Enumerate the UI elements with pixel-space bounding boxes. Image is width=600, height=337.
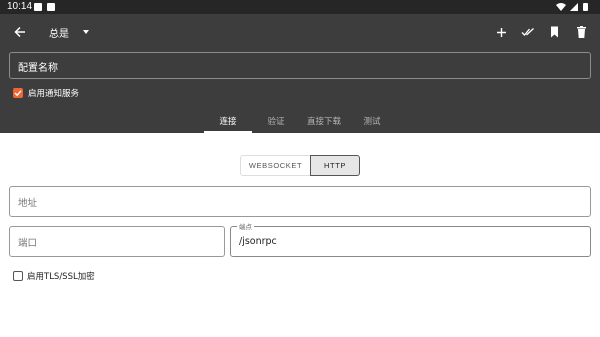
- config-name-input[interactable]: 配置名称: [9, 52, 591, 79]
- endpoint-label: 端点: [237, 221, 254, 231]
- back-button[interactable]: [9, 21, 31, 43]
- websocket-option-label: WEBSOCKET: [248, 161, 303, 170]
- endpoint-value: /jsonrpc: [239, 236, 277, 247]
- signal-icon: [570, 3, 578, 11]
- delete-button[interactable]: [570, 21, 592, 43]
- websocket-option[interactable]: WEBSOCKET: [240, 155, 310, 176]
- download-notification-icon: [47, 3, 55, 11]
- address-input[interactable]: 地址: [9, 186, 591, 217]
- tab-connection-label: 连接: [219, 117, 237, 127]
- done-all-icon: [521, 28, 534, 36]
- bookmark-button[interactable]: [543, 21, 565, 43]
- address-placeholder: 地址: [18, 197, 38, 209]
- tab-auth[interactable]: 验证: [253, 113, 299, 133]
- app-bar: 总是 配置名称 启用通知服务 连接 验证 直接下载 测试: [0, 14, 600, 133]
- notification-checkbox[interactable]: [13, 88, 23, 98]
- config-name-placeholder: 配置名称: [18, 63, 58, 74]
- tab-connection[interactable]: 连接: [204, 113, 252, 133]
- status-bar: 10:14: [0, 0, 600, 14]
- done-all-button[interactable]: [517, 21, 539, 43]
- arrow-back-icon: [14, 26, 25, 38]
- tls-label: 启用TLS/SSL加密: [27, 272, 95, 282]
- tab-auth-label: 验证: [267, 117, 285, 127]
- wifi-icon: [556, 3, 566, 11]
- check-icon: [14, 90, 22, 97]
- notification-label: 启用通知服务: [28, 89, 80, 99]
- mode-dropdown-label: 总是: [49, 28, 69, 40]
- bookmark-icon: [550, 26, 558, 38]
- delete-icon: [576, 26, 586, 38]
- tab-direct-download-label: 直接下载: [306, 117, 341, 127]
- status-time: 10:14: [7, 1, 33, 12]
- tab-test-label: 测试: [363, 117, 381, 127]
- port-input[interactable]: 端口: [9, 226, 225, 257]
- dropdown-caret-icon: [83, 30, 89, 34]
- notification-toggle[interactable]: 启用通知服务: [13, 87, 79, 99]
- tab-test[interactable]: 测试: [349, 113, 395, 133]
- port-placeholder: 端口: [18, 237, 38, 249]
- battery-icon: [583, 3, 588, 11]
- tab-direct-download[interactable]: 直接下载: [300, 113, 348, 133]
- tls-checkbox[interactable]: [13, 271, 23, 281]
- endpoint-input[interactable]: 端点 /jsonrpc: [230, 221, 591, 257]
- add-icon: [496, 27, 506, 37]
- status-icons: [554, 2, 594, 12]
- protocol-toggle: WEBSOCKET HTTP: [240, 155, 360, 176]
- http-option[interactable]: HTTP: [310, 155, 360, 176]
- tab-bar: 连接 验证 直接下载 测试: [0, 113, 600, 133]
- image-notification-icon: [34, 3, 42, 11]
- add-button[interactable]: [490, 21, 512, 43]
- http-option-label: HTTP: [324, 161, 346, 170]
- mode-dropdown[interactable]: 总是: [49, 24, 89, 40]
- tls-toggle[interactable]: 启用TLS/SSL加密: [13, 270, 95, 282]
